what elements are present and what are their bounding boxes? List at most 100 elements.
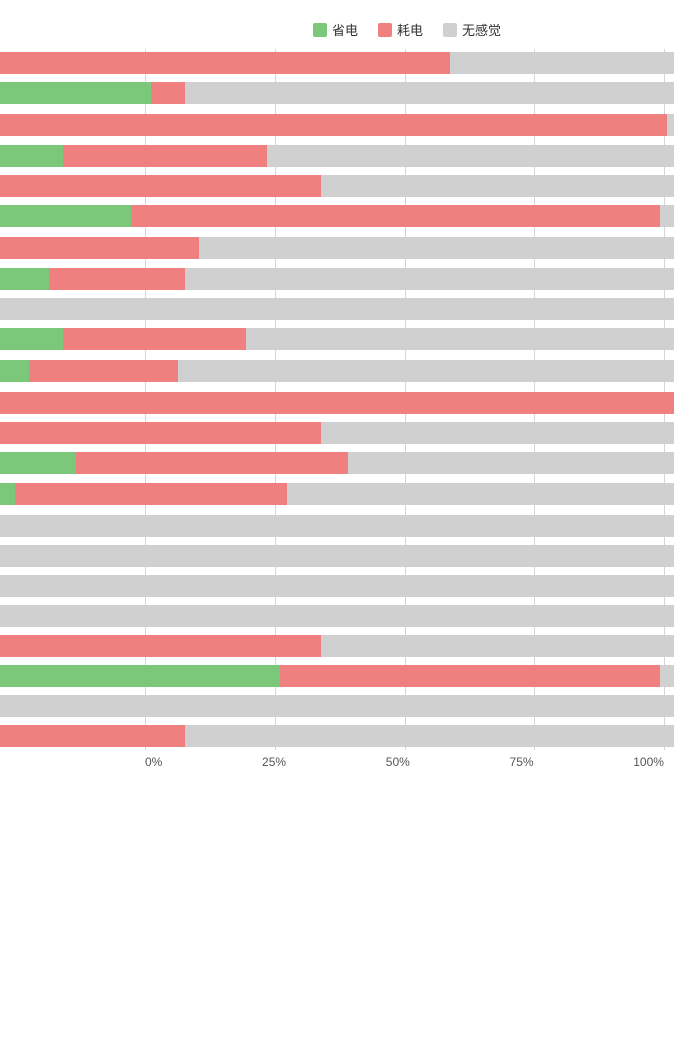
- bar-row: iPhone 13 mini: [0, 295, 674, 323]
- bar-segments: [0, 665, 674, 687]
- bar-segments: [0, 82, 674, 104]
- legend-label-save: 省电: [332, 20, 358, 39]
- bar-segment-gray: [321, 175, 674, 197]
- bar-segments: [0, 483, 674, 505]
- bar-segments: [0, 298, 674, 320]
- bar-segment-gray: [450, 52, 674, 74]
- bar-segments: [0, 515, 674, 537]
- bar-segments: [0, 175, 674, 197]
- bar-segment-pink: [49, 268, 185, 290]
- bar-segment-green: [0, 483, 15, 505]
- bar-segment-gray: [348, 452, 674, 474]
- bar-segment-pink: [0, 725, 185, 747]
- bar-segment-gray: [321, 635, 674, 657]
- chart-legend: 省电 耗电 无感觉: [140, 20, 674, 39]
- bar-segment-pink: [0, 114, 667, 136]
- bar-row: iPhone 11 Pro: [0, 79, 674, 107]
- bar-row: iPhone XS Max: [0, 722, 674, 750]
- bar-segment-gray: [199, 237, 674, 259]
- bar-segment-pink: [63, 328, 246, 350]
- bar-segment-green: [0, 268, 49, 290]
- bar-row: iPhone 12 ProMax: [0, 232, 674, 263]
- bar-segment-gray: [0, 695, 674, 717]
- chart-container: 省电 耗电 无感觉 iPhone 11iPhone 11 ProiPhone 11 …: [0, 10, 674, 799]
- legend-label-neutral: 无感觉: [462, 20, 501, 39]
- bar-segment-green: [0, 205, 131, 227]
- bar-row: iPhone 14 ProMax: [0, 479, 674, 510]
- bar-segment-gray: [185, 725, 674, 747]
- x-axis-label: 50%: [386, 755, 410, 769]
- bar-segment-pink: [151, 82, 185, 104]
- bar-segment-gray: [0, 545, 674, 567]
- bar-segment-pink: [76, 452, 348, 474]
- bar-segment-pink: [0, 392, 674, 414]
- bar-segment-pink: [0, 52, 450, 74]
- bar-row: iPhone SE 第2代: [0, 572, 674, 600]
- bar-segment-gray: [321, 422, 674, 444]
- legend-item-neutral: 无感觉: [443, 20, 501, 39]
- bar-segments: [0, 268, 674, 290]
- bar-segment-gray: [246, 328, 674, 350]
- legend-dot-neutral: [443, 23, 457, 37]
- bar-segment-green: [0, 360, 29, 382]
- bar-segments: [0, 575, 674, 597]
- bar-segment-pink: [280, 665, 660, 687]
- bar-segment-pink: [63, 145, 267, 167]
- bar-row: iPhone 8: [0, 512, 674, 540]
- bar-row: iPhone XR: [0, 662, 674, 690]
- bar-segment-gray: [0, 515, 674, 537]
- chart-body: iPhone 11iPhone 11 ProiPhone 11 ProMaxiP…: [0, 49, 674, 750]
- bar-segments: [0, 605, 674, 627]
- legend-item-save: 省电: [313, 20, 358, 39]
- bar-segment-green: [0, 665, 280, 687]
- legend-dot-consume: [378, 23, 392, 37]
- bar-segments: [0, 422, 674, 444]
- bar-segments: [0, 545, 674, 567]
- bar-segment-pink: [0, 237, 199, 259]
- bar-segment-gray: [178, 360, 674, 382]
- bar-row: iPhone 14: [0, 389, 674, 417]
- bar-row: iPhone 11 ProMax: [0, 109, 674, 140]
- bar-row: iPhone 13: [0, 265, 674, 293]
- bar-row: iPhone 14 Pro: [0, 449, 674, 477]
- bar-segment-gray: [660, 665, 674, 687]
- bar-segments: [0, 452, 674, 474]
- bar-segment-green: [0, 452, 76, 474]
- bar-segment-pink: [0, 175, 321, 197]
- bar-row: iPhone 13 Pro: [0, 325, 674, 353]
- bar-segment-pink: [0, 422, 321, 444]
- bar-segments: [0, 114, 674, 136]
- bar-segment-gray: [185, 268, 674, 290]
- bar-segments: [0, 237, 674, 259]
- bar-row: iPhone 12 Pro: [0, 202, 674, 230]
- legend-dot-save: [313, 23, 327, 37]
- bar-row: iPhone 12 mini: [0, 172, 674, 200]
- bar-segment-pink: [15, 483, 287, 505]
- bar-row: iPhone X: [0, 632, 674, 660]
- bar-segment-green: [0, 145, 63, 167]
- bar-row: iPhone SE 第3代: [0, 602, 674, 630]
- bar-row: iPhone 8 Plus: [0, 542, 674, 570]
- bar-segments: [0, 205, 674, 227]
- bar-segments: [0, 52, 674, 74]
- bar-segment-pink: [0, 635, 321, 657]
- bar-row: iPhone 13 ProMax: [0, 355, 674, 386]
- bar-segments: [0, 635, 674, 657]
- bar-segment-gray: [0, 298, 674, 320]
- bar-segment-gray: [0, 575, 674, 597]
- x-axis-label: 75%: [510, 755, 534, 769]
- bar-segment-gray: [287, 483, 674, 505]
- bar-segments: [0, 392, 674, 414]
- legend-item-consume: 耗电: [378, 20, 423, 39]
- bar-segment-gray: [660, 205, 674, 227]
- bar-segments: [0, 725, 674, 747]
- bar-segments: [0, 328, 674, 350]
- bar-segment-green: [0, 82, 151, 104]
- bar-segments: [0, 695, 674, 717]
- x-axis-label: 0%: [145, 755, 162, 769]
- bar-segments: [0, 145, 674, 167]
- bar-segment-gray: [0, 605, 674, 627]
- bar-segment-green: [0, 328, 63, 350]
- bar-row: iPhone 14 Plus: [0, 419, 674, 447]
- grid-wrapper: iPhone 11iPhone 11 ProiPhone 11 ProMaxiP…: [0, 49, 674, 750]
